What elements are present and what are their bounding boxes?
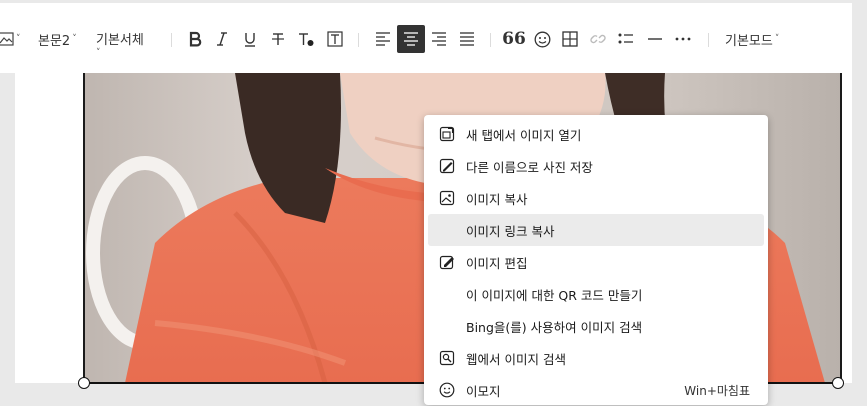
align-justify-icon [460,32,474,46]
toolbar-divider [358,33,359,47]
menu-item-label: 이미지 복사 [466,191,528,207]
toolbar-divider [490,33,491,47]
editor-mode-dropdown[interactable]: 기본모드 ˅ [725,25,779,53]
horizontal-line-button[interactable] [641,25,669,53]
font-family-label: 기본서체 [96,33,144,48]
bullet-list-button[interactable] [612,25,640,53]
menu-item-label: 이 이미지에 대한 QR 코드 만들기 [466,287,643,303]
align-left-icon [376,32,390,46]
editor-toolbar: ˅ 본문2 ˅ 기본서체 ˅ 66 기본모드 ˅ [0,3,852,73]
web-image-search-icon [439,350,455,366]
font-family-dropdown[interactable]: 기본서체 ˅ [96,29,144,61]
table-button[interactable] [556,25,584,53]
text-background-icon [327,31,343,47]
menu-item-save-image-as[interactable]: 다른 이름으로 사진 저장 [428,150,764,182]
chevron-down-icon: ˅ [774,34,780,44]
emoji-icon [439,382,455,398]
chevron-down-icon: ˅ [96,48,101,58]
align-left-button[interactable] [369,25,397,53]
link-button[interactable] [584,25,612,53]
image-icon [0,32,14,46]
table-icon [562,31,578,47]
image-insert-button[interactable]: ˅ [0,25,22,53]
align-right-icon [432,32,446,46]
strikethrough-button[interactable] [264,25,292,53]
menu-item-copy-image[interactable]: 이미지 복사 [428,182,764,214]
menu-item-copy-image-link[interactable]: 이미지 링크 복사 [428,214,764,246]
chevron-down-icon: ˅ [16,34,21,44]
bold-button[interactable] [181,25,209,53]
menu-item-label: 새 탭에서 이미지 열기 [466,127,582,143]
menu-item-label: 웹에서 이미지 검색 [466,351,566,367]
menu-item-shortcut: Win+마침표 [684,383,750,398]
bullet-list-icon [618,33,633,44]
menu-item-label: 다른 이름으로 사진 저장 [466,159,593,175]
italic-button[interactable] [208,25,236,53]
underline-icon [245,33,255,47]
menu-item-label: Bing을(를) 사용하여 이미지 검색 [466,319,643,335]
strikethrough-icon [272,33,284,45]
menu-item-label: 이미지 링크 복사 [466,223,555,239]
save-image-icon [439,158,455,174]
text-background-button[interactable] [321,25,349,53]
horizontal-line-icon [648,38,662,40]
menu-item-emoji[interactable]: 이모지 Win+마침표 [428,374,764,406]
text-color-icon [299,33,314,46]
chevron-down-icon: ˅ [72,34,77,44]
menu-item-edit-image[interactable]: 이미지 편집 [428,246,764,278]
menu-item-search-web-for-image[interactable]: 웹에서 이미지 검색 [428,342,764,374]
more-icon [675,37,691,41]
toolbar-divider [171,33,172,47]
align-center-icon [404,32,418,46]
underline-button[interactable] [236,25,264,53]
image-context-menu: 새 탭에서 이미지 열기 다른 이름으로 사진 저장 이미지 복사 이미지 링크… [424,115,768,405]
open-new-tab-icon [439,126,455,142]
edit-image-icon [439,255,454,270]
more-button[interactable] [669,25,697,53]
toolbar-divider [708,33,709,47]
menu-item-label: 이모지 [466,383,501,399]
emoji-icon [534,31,550,47]
paragraph-style-dropdown[interactable]: 본문2 ˅ [38,25,77,53]
paragraph-style-label: 본문2 [38,33,71,49]
menu-item-create-qr-code[interactable]: 이 이미지에 대한 QR 코드 만들기 [428,278,764,310]
quote-button[interactable]: 66 [500,25,528,53]
menu-item-label: 이미지 편집 [466,255,528,271]
resize-handle-bottom-left[interactable] [78,377,90,389]
align-justify-button[interactable] [453,25,481,53]
link-icon [590,34,606,44]
align-right-button[interactable] [425,25,453,53]
editor-mode-label: 기본모드 [725,33,773,49]
emoji-button[interactable] [528,25,556,53]
bold-icon [189,31,202,47]
resize-handle-bottom-right[interactable] [832,377,844,389]
text-color-button[interactable] [292,25,320,53]
copy-image-icon [439,190,455,206]
italic-icon [217,32,227,46]
menu-item-search-with-bing[interactable]: Bing을(를) 사용하여 이미지 검색 [428,310,764,342]
align-center-button[interactable] [397,25,425,53]
quote-icon: 66 [502,29,526,49]
menu-item-open-in-new-tab[interactable]: 새 탭에서 이미지 열기 [428,118,764,150]
